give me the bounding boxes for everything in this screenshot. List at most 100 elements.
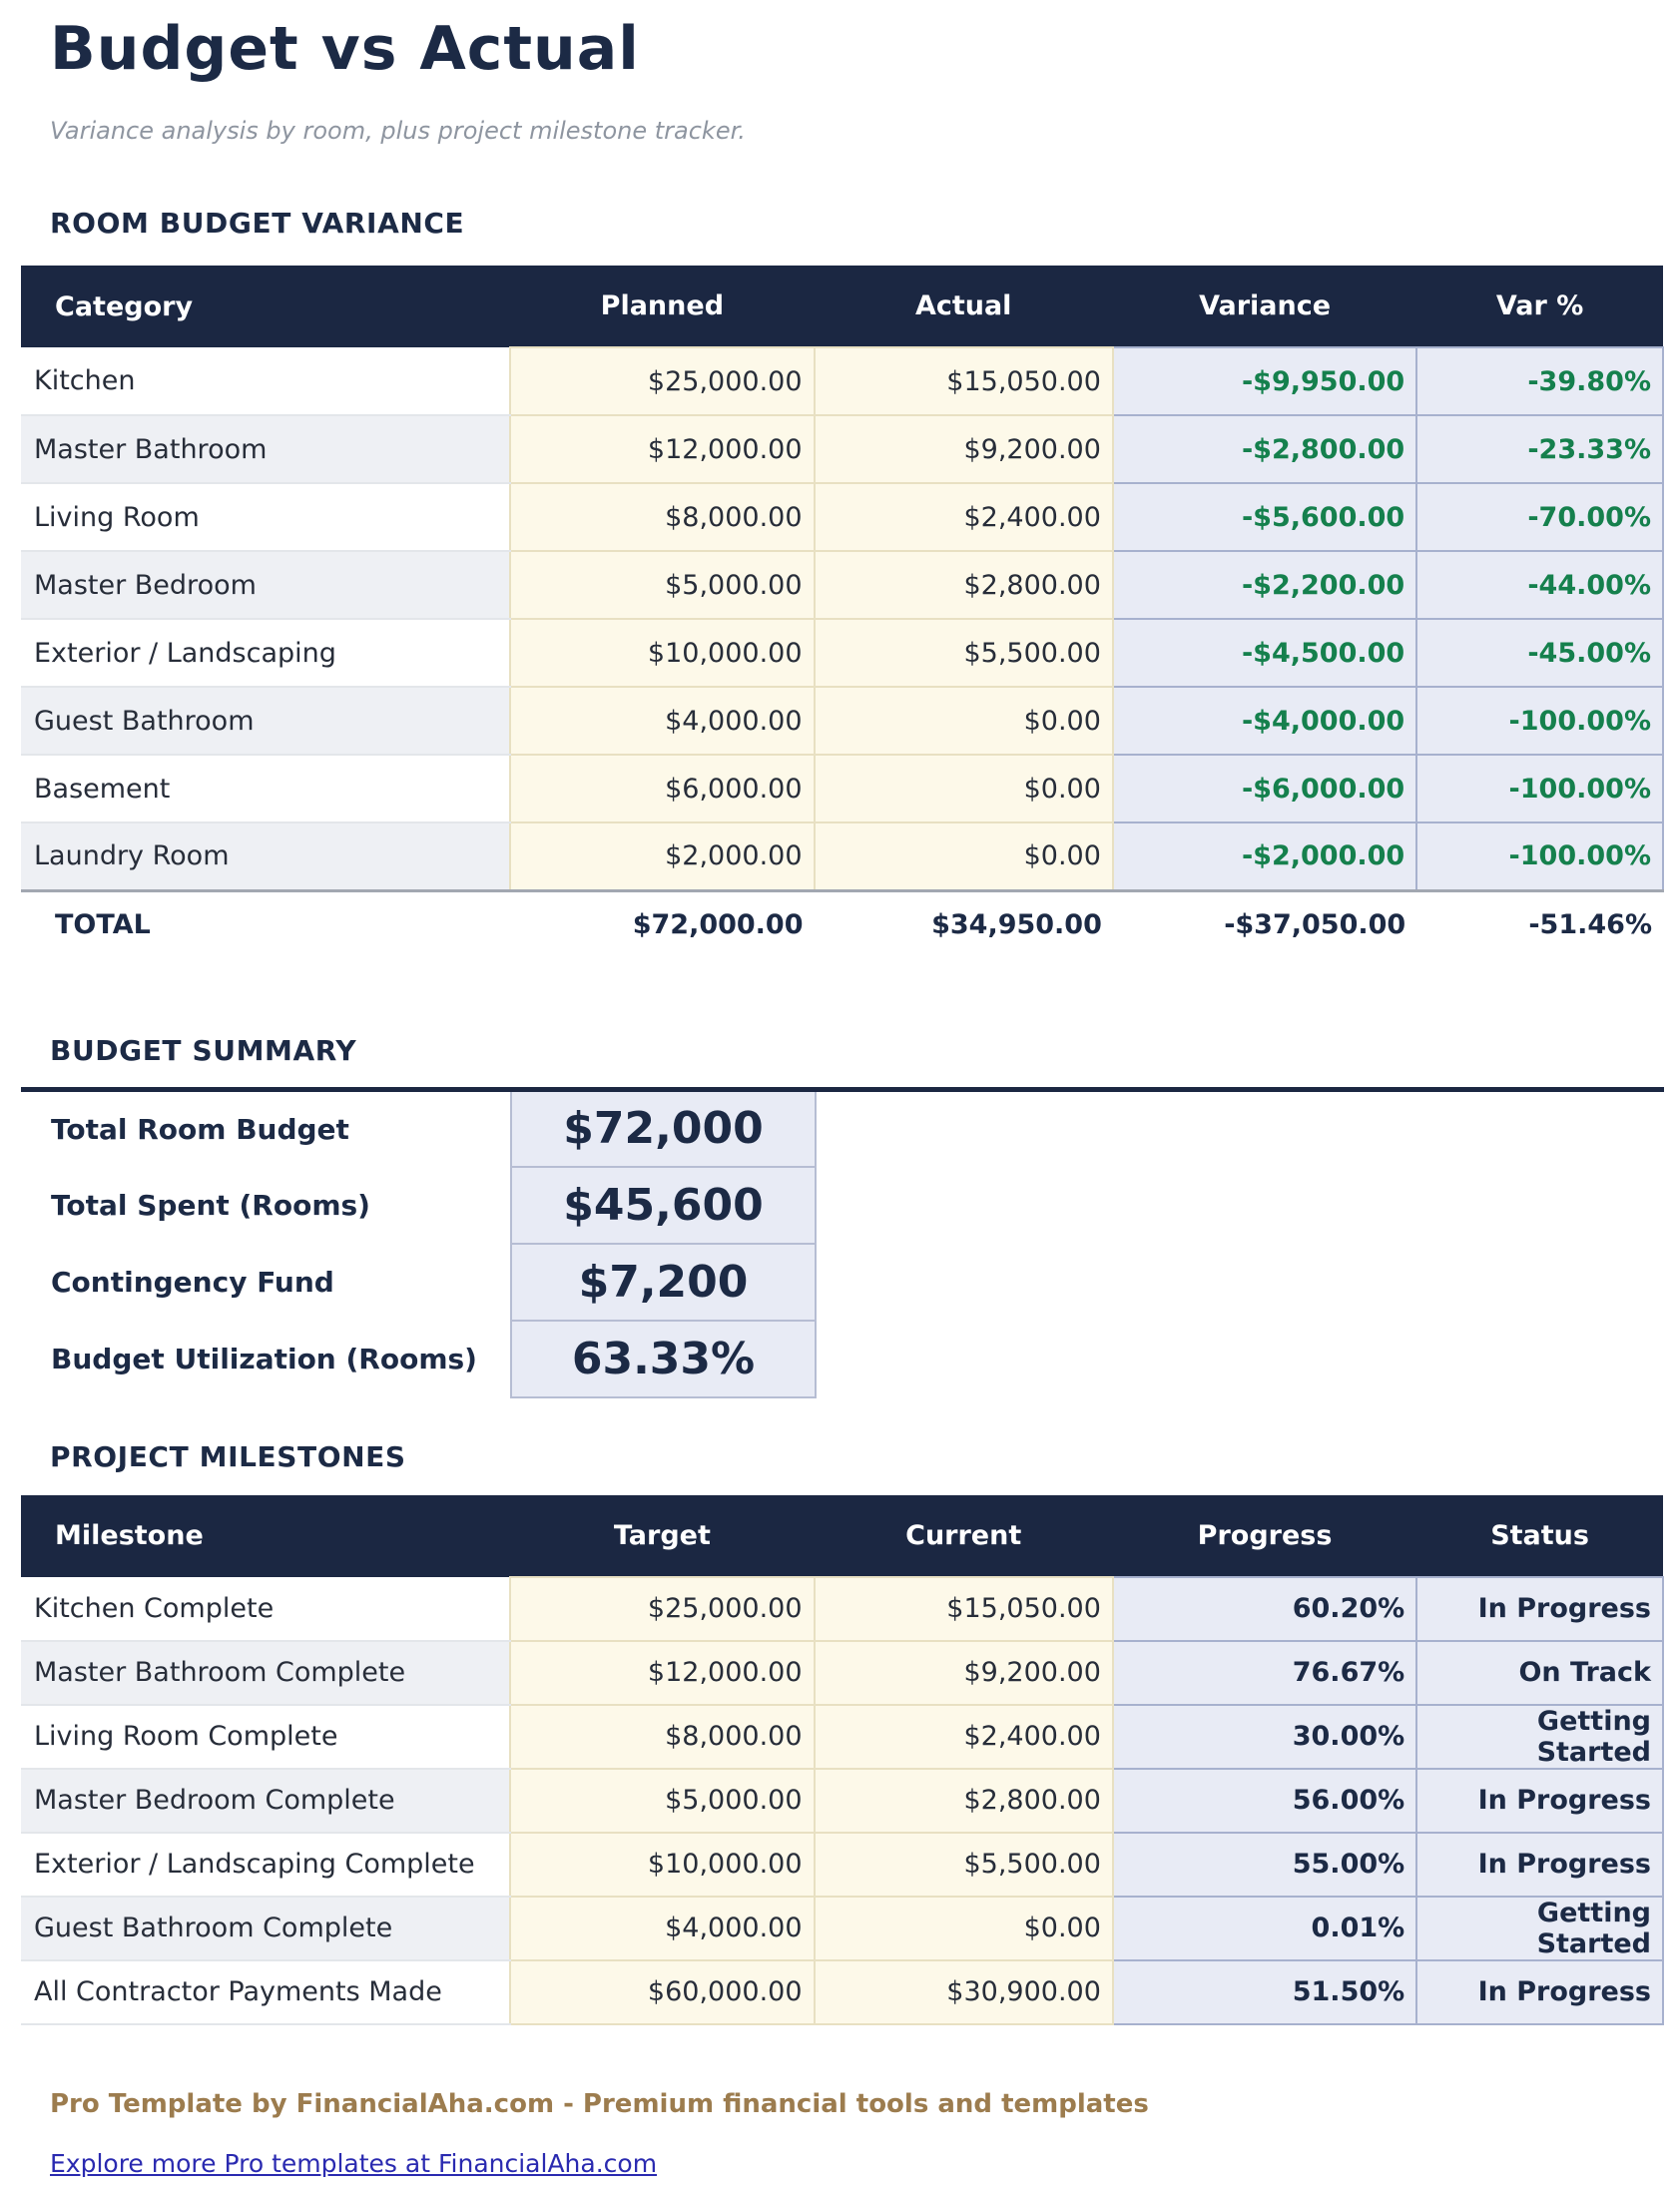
budget-summary-table: Total Room Budget $72,000 Total Spent (R… [21, 1087, 1664, 1398]
variance-cell: -$4,500.00 [1113, 619, 1416, 687]
summary-value: $72,000 [511, 1090, 816, 1167]
table-row: Guest Bathroom Complete $4,000.00 $0.00 … [21, 1897, 1663, 1960]
total-row: TOTAL $72,000.00 $34,950.00 -$37,050.00 … [21, 890, 1663, 958]
progress-cell: 56.00% [1113, 1769, 1416, 1833]
progress-cell: 30.00% [1113, 1705, 1416, 1769]
current-cell: $2,800.00 [815, 1769, 1113, 1833]
status-cell: In Progress [1416, 1577, 1663, 1641]
table-row: Living Room Complete $8,000.00 $2,400.00… [21, 1705, 1663, 1769]
current-cell: $5,500.00 [815, 1833, 1113, 1897]
target-cell: $25,000.00 [510, 1577, 814, 1641]
total-label: TOTAL [21, 890, 510, 958]
planned-cell: $4,000.00 [510, 687, 814, 755]
column-header-actual: Actual [815, 266, 1113, 347]
summary-row: Total Spent (Rooms) $45,600 [21, 1167, 1664, 1244]
milestone-cell: Master Bedroom Complete [21, 1769, 510, 1833]
summary-label: Budget Utilization (Rooms) [21, 1321, 511, 1397]
summary-value: $45,600 [511, 1167, 816, 1244]
target-cell: $60,000.00 [510, 1960, 814, 2024]
status-cell: In Progress [1416, 1833, 1663, 1897]
table-row: Exterior / Landscaping $10,000.00 $5,500… [21, 619, 1663, 687]
table-row: Master Bathroom Complete $12,000.00 $9,2… [21, 1641, 1663, 1705]
milestone-cell: Living Room Complete [21, 1705, 510, 1769]
project-milestones-table: Milestone Target Current Progress Status… [21, 1495, 1664, 2025]
progress-cell: 51.50% [1113, 1960, 1416, 2024]
summary-row: Total Room Budget $72,000 [21, 1090, 1664, 1167]
table-row: Laundry Room $2,000.00 $0.00 -$2,000.00 … [21, 822, 1663, 890]
progress-cell: 55.00% [1113, 1833, 1416, 1897]
status-cell: In Progress [1416, 1769, 1663, 1833]
var-pct-cell: -100.00% [1416, 687, 1663, 755]
actual-cell: $0.00 [815, 687, 1113, 755]
summary-filler [816, 1167, 1664, 1244]
var-pct-cell: -100.00% [1416, 822, 1663, 890]
var-pct-cell: -100.00% [1416, 755, 1663, 822]
table-row: Kitchen $25,000.00 $15,050.00 -$9,950.00… [21, 347, 1663, 415]
room-budget-variance-heading: ROOM BUDGET VARIANCE [50, 207, 1680, 240]
table-header: Milestone Target Current Progress Status [21, 1495, 1663, 1577]
milestone-cell: Master Bathroom Complete [21, 1641, 510, 1705]
project-milestones-heading: PROJECT MILESTONES [50, 1440, 1680, 1473]
financialaha-link[interactable]: Explore more Pro templates at FinancialA… [50, 2149, 657, 2178]
progress-cell: 76.67% [1113, 1641, 1416, 1705]
current-cell: $9,200.00 [815, 1641, 1113, 1705]
category-cell: Master Bathroom [21, 415, 510, 483]
column-header-planned: Planned [510, 266, 814, 347]
budget-summary-heading: BUDGET SUMMARY [50, 1034, 1680, 1067]
planned-cell: $6,000.00 [510, 755, 814, 822]
category-cell: Laundry Room [21, 822, 510, 890]
footer-tagline: Pro Template by FinancialAha.com - Premi… [50, 2089, 1680, 2119]
planned-cell: $8,000.00 [510, 483, 814, 551]
room-budget-variance-table: Category Planned Actual Variance Var % K… [21, 266, 1664, 958]
var-pct-cell: -45.00% [1416, 619, 1663, 687]
summary-filler [816, 1321, 1664, 1397]
target-cell: $8,000.00 [510, 1705, 814, 1769]
var-pct-cell: -23.33% [1416, 415, 1663, 483]
summary-row: Contingency Fund $7,200 [21, 1244, 1664, 1321]
table-row: Basement $6,000.00 $0.00 -$6,000.00 -100… [21, 755, 1663, 822]
summary-value: $7,200 [511, 1244, 816, 1321]
summary-label: Total Spent (Rooms) [21, 1167, 511, 1244]
project-milestones-body: Kitchen Complete $25,000.00 $15,050.00 6… [21, 1577, 1663, 2024]
column-header-target: Target [510, 1495, 814, 1577]
category-cell: Living Room [21, 483, 510, 551]
category-cell: Exterior / Landscaping [21, 619, 510, 687]
status-cell: Getting Started [1416, 1897, 1663, 1960]
category-cell: Kitchen [21, 347, 510, 415]
variance-cell: -$2,800.00 [1113, 415, 1416, 483]
table-row: Living Room $8,000.00 $2,400.00 -$5,600.… [21, 483, 1663, 551]
category-cell: Guest Bathroom [21, 687, 510, 755]
actual-cell: $2,800.00 [815, 551, 1113, 619]
room-budget-variance-body: Kitchen $25,000.00 $15,050.00 -$9,950.00… [21, 347, 1663, 958]
column-header-milestone: Milestone [21, 1495, 510, 1577]
table-row: Master Bathroom $12,000.00 $9,200.00 -$2… [21, 415, 1663, 483]
variance-cell: -$6,000.00 [1113, 755, 1416, 822]
column-header-variance: Variance [1113, 266, 1416, 347]
actual-cell: $15,050.00 [815, 347, 1113, 415]
summary-filler [816, 1244, 1664, 1321]
column-header-current: Current [815, 1495, 1113, 1577]
milestone-cell: Guest Bathroom Complete [21, 1897, 510, 1960]
variance-cell: -$5,600.00 [1113, 483, 1416, 551]
actual-cell: $9,200.00 [815, 415, 1113, 483]
milestone-cell: Kitchen Complete [21, 1577, 510, 1641]
var-pct-cell: -70.00% [1416, 483, 1663, 551]
page-title: Budget vs Actual [50, 16, 1680, 83]
table-row: Exterior / Landscaping Complete $10,000.… [21, 1833, 1663, 1897]
status-cell: In Progress [1416, 1960, 1663, 2024]
summary-label: Contingency Fund [21, 1244, 511, 1321]
page-subtitle: Variance analysis by room, plus project … [50, 117, 1680, 145]
target-cell: $12,000.00 [510, 1641, 814, 1705]
table-row: Master Bedroom Complete $5,000.00 $2,800… [21, 1769, 1663, 1833]
summary-label: Total Room Budget [21, 1090, 511, 1167]
actual-cell: $2,400.00 [815, 483, 1113, 551]
total-planned: $72,000.00 [510, 890, 814, 958]
planned-cell: $10,000.00 [510, 619, 814, 687]
table-row: Master Bedroom $5,000.00 $2,800.00 -$2,2… [21, 551, 1663, 619]
variance-cell: -$2,200.00 [1113, 551, 1416, 619]
current-cell: $2,400.00 [815, 1705, 1113, 1769]
actual-cell: $0.00 [815, 755, 1113, 822]
total-variance: -$37,050.00 [1113, 890, 1416, 958]
current-cell: $30,900.00 [815, 1960, 1113, 2024]
category-cell: Master Bedroom [21, 551, 510, 619]
